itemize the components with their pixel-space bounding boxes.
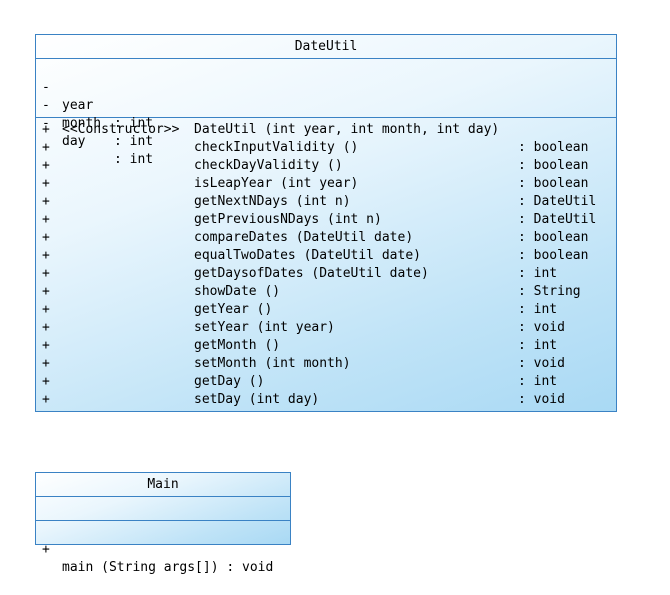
operation-signature: DateUtil (int year, int month, int day) [194, 122, 500, 137]
class-main-attributes [36, 497, 290, 521]
operation-return-type: : boolean [518, 248, 589, 263]
operation-row: + <<Constructor>> DateUtil (int year, int … [36, 121, 616, 139]
operation-signature: getDaysofDates (DateUtil date) [194, 266, 429, 281]
operation-signature: compareDates (DateUtil date) [194, 230, 414, 245]
operation-signature: setMonth (int month) [194, 356, 351, 371]
visibility-marker: + [42, 176, 50, 191]
operation-signature: isLeapYear (int year) [194, 176, 359, 191]
visibility-marker: + [42, 542, 50, 557]
operation-stereotype: <<Constructor>> [62, 122, 180, 137]
operation-signature: setYear (int year) [194, 320, 335, 335]
operation-row: + main (String args[]) : void [36, 523, 290, 575]
operation-return-type: : boolean [518, 176, 589, 191]
operation-row: + setDay (int day) : void [36, 391, 616, 409]
operation-row: + compareDates (DateUtil date) : boolean [36, 229, 616, 247]
visibility-marker: + [42, 230, 50, 245]
operation-return-type: : DateUtil [518, 212, 597, 227]
visibility-marker: + [42, 356, 50, 371]
attribute-row: - year : int [36, 61, 616, 131]
operation-return-type: : int [518, 338, 558, 353]
operation-return-type: : boolean [518, 158, 589, 173]
operation-row: + getPreviousNDays (int n) : DateUtil [36, 211, 616, 229]
visibility-marker: + [42, 158, 50, 173]
attribute-row: - day : int [36, 97, 616, 167]
operation-signature: getDay () [194, 374, 265, 389]
operation-signature: checkInputValidity () [194, 140, 359, 155]
visibility-marker: + [42, 320, 50, 335]
operation-row: + isLeapYear (int year) : boolean [36, 175, 616, 193]
visibility-marker: + [42, 140, 50, 155]
operation-return-type: : int [518, 302, 558, 317]
visibility-marker: + [42, 374, 50, 389]
operation-return-type: : void [518, 392, 565, 407]
operation-return-type: : boolean [518, 230, 589, 245]
operation-signature: main (String args[]) : void [62, 560, 274, 575]
operation-return-type: : boolean [518, 140, 589, 155]
operation-row: + getNextNDays (int n) : DateUtil [36, 193, 616, 211]
operation-return-type: : int [518, 374, 558, 389]
operation-row: + getDay () : int [36, 373, 616, 391]
visibility-marker: + [42, 338, 50, 353]
class-main[interactable]: Main + main (String args[]) : void [35, 472, 291, 575]
operation-signature: setDay (int day) [194, 392, 320, 407]
class-dateutil-operations: + <<Constructor>> DateUtil (int year, int … [36, 118, 616, 409]
operation-row: + setMonth (int month) : void [36, 355, 616, 373]
operation-row: + checkInputValidity () : boolean [36, 139, 616, 157]
visibility-marker: + [42, 194, 50, 209]
operation-return-type: : int [518, 266, 558, 281]
operation-signature: getMonth () [194, 338, 281, 353]
operation-signature: getNextNDays (int n) [194, 194, 351, 209]
visibility-marker: + [42, 266, 50, 281]
operation-row: + getYear () : int [36, 301, 616, 319]
operation-signature: showDate () [194, 284, 281, 299]
visibility-marker: + [42, 284, 50, 299]
visibility-marker: + [42, 212, 50, 227]
operation-row: + getDaysofDates (DateUtil date) : int [36, 265, 616, 283]
class-dateutil[interactable]: DateUtil - year : int - month : int - da… [35, 34, 617, 412]
operation-row: + getMonth () : int [36, 337, 616, 355]
operation-row: + equalTwoDates (DateUtil date) : boolean [36, 247, 616, 265]
operation-row: + setYear (int year) : void [36, 319, 616, 337]
operation-return-type: : DateUtil [518, 194, 597, 209]
class-main-name: Main [36, 473, 290, 497]
operation-row: + checkDayValidity () : boolean [36, 157, 616, 175]
visibility-marker: + [42, 392, 50, 407]
class-dateutil-attributes: - year : int - month : int - day : int [36, 59, 616, 167]
operation-return-type: : String [518, 284, 581, 299]
visibility-marker: + [42, 302, 50, 317]
operation-signature: equalTwoDates (DateUtil date) [194, 248, 421, 263]
attribute-row: - month : int [36, 79, 616, 149]
operation-return-type: : void [518, 356, 565, 371]
class-main-operations: + main (String args[]) : void [36, 521, 290, 575]
visibility-marker: + [42, 122, 50, 137]
operation-signature: getPreviousNDays (int n) [194, 212, 382, 227]
operation-row: + showDate () : String [36, 283, 616, 301]
class-dateutil-name: DateUtil [36, 35, 616, 59]
operation-signature: getYear () [194, 302, 273, 317]
operation-signature: checkDayValidity () [194, 158, 343, 173]
operation-return-type: : void [518, 320, 565, 335]
visibility-marker: + [42, 248, 50, 263]
